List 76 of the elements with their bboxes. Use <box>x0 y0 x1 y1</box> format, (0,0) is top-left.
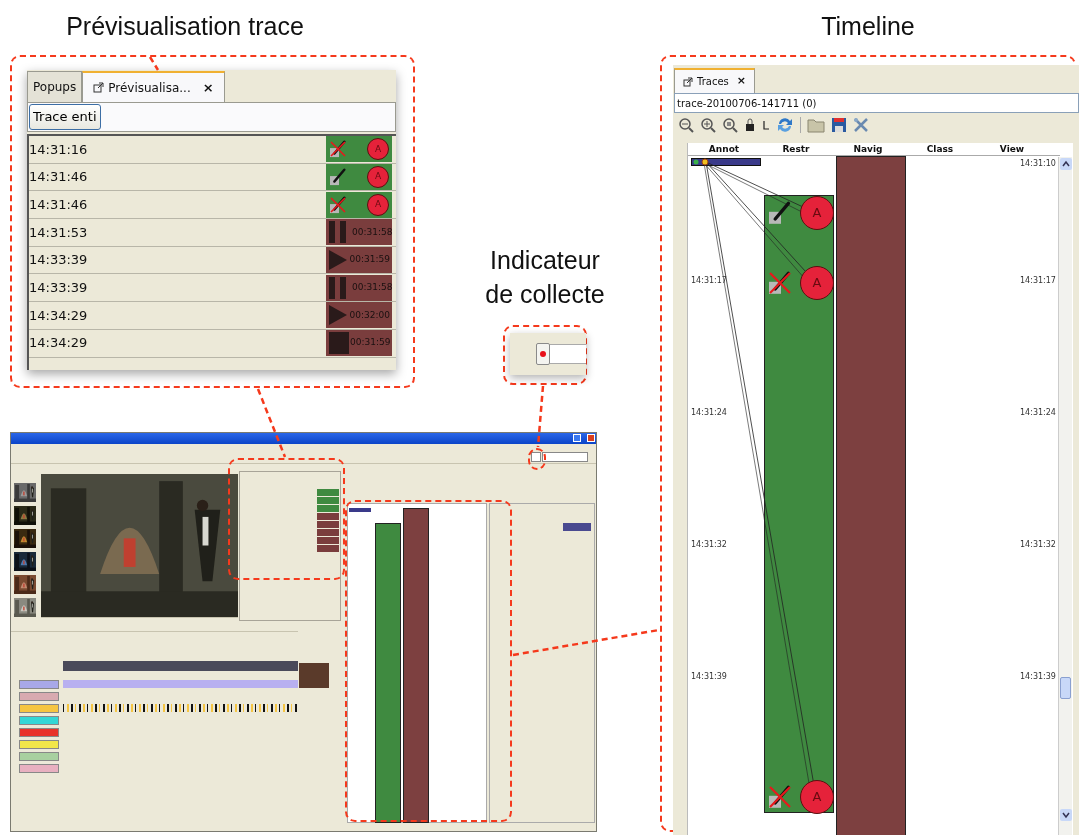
column-header: Navig <box>852 143 884 155</box>
callout-heading: Timeline <box>820 11 916 42</box>
close-button[interactable] <box>587 434 595 442</box>
zoom-fit-icon <box>722 117 738 133</box>
scroll-thumb[interactable] <box>1060 677 1071 699</box>
zoom-in-icon <box>700 117 716 133</box>
whole-trace-button[interactable]: Trace enti <box>29 104 101 130</box>
record-indicator[interactable] <box>536 343 550 365</box>
timestamp: 14:33:39 <box>29 279 88 298</box>
media-time: 00:31:58 <box>352 281 393 295</box>
refresh-icon <box>776 116 794 134</box>
list-row[interactable]: 14:33:39 00:31:59 <box>29 246 396 275</box>
timestamp: 14:31:46 <box>29 195 88 214</box>
l-shape-icon <box>762 120 770 130</box>
leader-line <box>256 388 287 458</box>
timestamp: 14:31:16 <box>29 140 88 159</box>
list-row[interactable]: 14:31:46 A <box>29 191 396 220</box>
annotation-badge: A <box>367 138 389 161</box>
timestamp: 14:31:53 <box>29 223 88 242</box>
annotation-badge: A <box>367 193 389 216</box>
zoom-out-icon <box>678 117 694 133</box>
leader-line <box>148 56 160 71</box>
media-time: 00:31:58 <box>352 225 393 239</box>
tab[interactable]: Prévisualisa... × <box>82 71 225 102</box>
list-row[interactable]: 14:34:29 00:32:00 <box>29 302 396 330</box>
list-row[interactable]: 14:31:46 A <box>29 163 396 192</box>
input-field[interactable] <box>542 452 588 462</box>
time-label: 14:31:17 <box>1020 275 1056 287</box>
scroll-down-icon <box>1060 809 1072 821</box>
timestamp: 14:33:39 <box>29 251 88 270</box>
folder-icon <box>807 117 825 133</box>
input-field[interactable] <box>550 344 586 364</box>
trace-selector[interactable]: trace-20100706-141711 (0) <box>674 93 1079 113</box>
annotation-bar <box>349 508 371 512</box>
tab[interactable]: Traces × <box>674 68 755 93</box>
callout-heading: de collecte <box>485 279 605 310</box>
time-label: 14:31:39 <box>691 671 727 683</box>
external-link-icon <box>93 82 105 93</box>
tools-icon <box>853 117 869 133</box>
list-row[interactable]: 14:34:29 00:31:59 <box>29 329 396 358</box>
time-label: 14:31:32 <box>691 539 727 551</box>
list-row[interactable]: 14:33:39 00:31:58 <box>29 274 396 303</box>
selected-dot-icon <box>701 158 709 166</box>
save-icon <box>831 117 847 133</box>
timestamp: 14:31:46 <box>29 168 88 187</box>
scroll-up-icon <box>1060 158 1072 170</box>
tab[interactable]: Popups <box>27 71 83 102</box>
start-dot-icon <box>693 159 699 165</box>
column-header: Class <box>925 143 955 155</box>
annotation-badge: A <box>367 166 389 189</box>
external-link-icon <box>683 76 693 87</box>
leader-line <box>536 385 545 448</box>
timestamp: 14:34:29 <box>29 306 88 325</box>
column-header: View <box>998 143 1026 155</box>
timestamp: 14:34:29 <box>29 334 88 353</box>
time-label: 14:31:17 <box>691 275 727 287</box>
record-indicator[interactable] <box>531 452 541 462</box>
time-label: 14:31:32 <box>1020 539 1056 551</box>
time-label: 14:31:24 <box>691 407 727 419</box>
media-time: 00:31:59 <box>350 336 391 350</box>
window-button[interactable] <box>573 434 581 442</box>
list-row[interactable]: 14:31:16 A <box>29 136 396 164</box>
column-header: Restr <box>781 143 811 155</box>
callout-heading: Prévisualisation trace <box>65 11 305 42</box>
list-row[interactable]: 14:31:53 00:31:58 <box>29 219 396 247</box>
scrollbar[interactable] <box>1058 157 1072 835</box>
lock-icon <box>744 118 756 132</box>
media-time: 00:31:59 <box>349 253 390 267</box>
time-label: 14:31:10 <box>1020 158 1056 170</box>
column-header: Annot <box>707 143 741 155</box>
callout-frame <box>528 448 546 470</box>
media-time: 00:32:00 <box>349 308 390 322</box>
operation-bar <box>563 523 591 531</box>
callout-heading: Indicateur <box>490 245 600 276</box>
time-label: 14:31:39 <box>1020 671 1056 683</box>
time-label: 14:31:24 <box>1020 407 1056 419</box>
